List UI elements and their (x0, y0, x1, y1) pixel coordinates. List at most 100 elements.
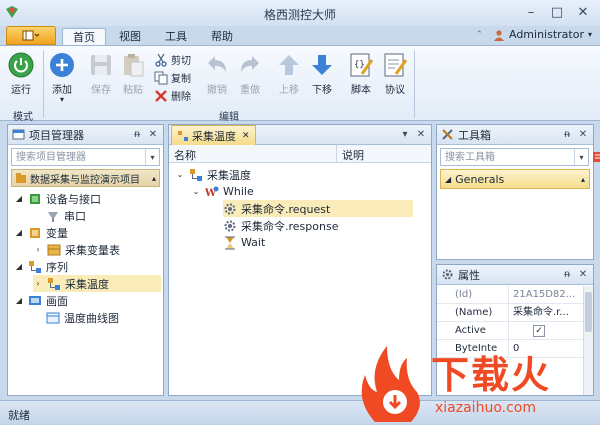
tab-home[interactable]: 首页 (62, 28, 106, 46)
expand-icon[interactable]: ◢ (14, 194, 24, 203)
expand-icon[interactable]: ◢ (14, 228, 24, 237)
column-name[interactable]: 名称 (169, 145, 337, 162)
tab-help[interactable]: 帮助 (204, 28, 240, 46)
expand-icon[interactable]: ⌄ (191, 187, 201, 196)
pin-icon[interactable]: ᵰ (561, 269, 573, 280)
collapse-ribbon-icon[interactable]: ⌃ (475, 30, 483, 40)
add-button[interactable]: 添加 ▾ (49, 52, 75, 104)
sequence-icon (178, 130, 188, 141)
seq-response[interactable]: 采集命令.response (223, 217, 338, 234)
protocol-button[interactable]: 协议 (382, 52, 408, 96)
property-row-active[interactable]: Active ✓ (437, 322, 593, 340)
property-row-id[interactable]: (Id) 21A15D82... (437, 286, 593, 304)
pin-icon[interactable]: ᵰ (131, 129, 143, 140)
expand-icon[interactable]: ⌄ (175, 170, 185, 179)
watermark-url: xiazaihuo.com (435, 400, 536, 416)
sequence-icon (29, 260, 41, 273)
application-menu-button[interactable] (6, 26, 56, 45)
user-menu[interactable]: ⌃ Administrator ▾ (475, 28, 592, 41)
redo-button[interactable]: 重做 (237, 52, 263, 96)
document-tab[interactable]: 采集温度 ✕ (171, 125, 256, 145)
script-button[interactable]: {} 脚本 (348, 52, 374, 96)
save-button[interactable]: 保存 (88, 52, 114, 96)
chevron-down-icon[interactable]: ▾ (399, 129, 411, 140)
tree-item-devices[interactable]: ◢ 设备与接口 (14, 190, 101, 207)
collapsed-icon[interactable]: › (33, 245, 43, 254)
collapsed-icon[interactable]: › (33, 279, 43, 288)
arrow-up-icon (279, 55, 299, 75)
move-down-button[interactable]: 下移 (309, 52, 335, 96)
toolbox-panel: 工具箱 ᵰ ✕ ▾ ▾ ◢ Generals ▴ (436, 124, 600, 260)
tree-item-collect-temp[interactable]: › 采集温度 (33, 275, 161, 292)
cut-button[interactable]: 剪切 (154, 52, 191, 67)
toolbox-search-input[interactable] (441, 149, 574, 165)
save-icon (91, 55, 111, 75)
tree-item-variables[interactable]: ◢ 变量 (14, 224, 68, 241)
tree-item-screens[interactable]: ◢ 画面 (14, 292, 68, 309)
seq-while[interactable]: ⌄ W While (191, 183, 254, 200)
chevron-down-icon[interactable]: ▾ (574, 149, 588, 165)
watermark: 下载火 xiazaihuo.com (355, 340, 600, 425)
user-name: Administrator (508, 28, 584, 41)
app-menu-icon (22, 30, 40, 41)
column-description[interactable]: 说明 (337, 145, 369, 162)
close-window-button[interactable]: ✕ (570, 3, 596, 21)
close-tab-icon[interactable]: ✕ (242, 131, 250, 141)
project-search-input[interactable] (12, 149, 145, 165)
user-icon (493, 29, 504, 41)
chevron-down-icon[interactable]: ▾ (145, 149, 159, 165)
add-icon (50, 53, 74, 77)
svg-text:{}: {} (354, 60, 365, 70)
close-icon[interactable]: ✕ (577, 129, 589, 140)
close-icon[interactable]: ✕ (577, 269, 589, 280)
close-icon[interactable]: ✕ (147, 129, 159, 140)
project-icon (16, 173, 26, 183)
tree-item-temp-chart[interactable]: 温度曲线图 (46, 309, 119, 326)
toolbox-icon (442, 129, 453, 140)
close-icon[interactable]: ✕ (415, 129, 427, 140)
tab-view[interactable]: 视图 (112, 28, 148, 46)
list-view-icon (593, 152, 600, 162)
toolbox-search-box[interactable]: ▾ (440, 148, 589, 166)
property-row-name[interactable]: (Name) 采集命令.r... (437, 304, 593, 322)
chevron-up-icon: ▴ (151, 173, 156, 183)
loop-icon: W (205, 186, 219, 199)
minimize-button[interactable]: – (518, 3, 544, 21)
document-tab-strip: 采集温度 ✕ ▾ ✕ (169, 125, 431, 145)
group-label-mode: 模式 (13, 112, 33, 123)
sequence-icon (48, 277, 60, 290)
copy-button[interactable]: 复制 (154, 70, 191, 85)
toolbox-view-button[interactable]: ▾ (592, 148, 600, 166)
maximize-button[interactable]: □ (544, 3, 570, 21)
paste-icon (124, 54, 144, 77)
move-up-button[interactable]: 上移 (276, 52, 302, 96)
expand-icon[interactable]: ◢ (14, 262, 24, 271)
seq-wait[interactable]: Wait (223, 234, 265, 251)
tree-item-var-table[interactable]: › 采集变量表 (33, 241, 120, 258)
scrollbar-thumb[interactable] (585, 292, 592, 332)
tab-tools[interactable]: 工具 (158, 28, 194, 46)
seq-request[interactable]: 采集命令.request (223, 200, 413, 217)
project-root[interactable]: 数据采集与监控演示项目 ▴ (11, 169, 160, 187)
tree-item-serial[interactable]: 串口 (46, 207, 86, 224)
undo-button[interactable]: 撤销 (204, 52, 230, 96)
group-divider (414, 50, 415, 118)
active-checkbox[interactable]: ✓ (533, 325, 545, 337)
seq-root[interactable]: ⌄ 采集温度 (175, 166, 251, 183)
protocol-icon (384, 53, 408, 77)
run-button[interactable]: 运行 (8, 52, 34, 96)
project-search-box[interactable]: ▾ (11, 148, 160, 166)
undo-icon (208, 56, 226, 72)
delete-icon (155, 89, 167, 102)
toolbox-group-generals[interactable]: ◢ Generals ▴ (440, 169, 590, 189)
group-label-edit: 编辑 (219, 112, 239, 123)
status-text: 就绪 (8, 409, 30, 422)
column-header: 名称 说明 (169, 145, 431, 163)
delete-button[interactable]: 删除 (154, 88, 191, 103)
tree-item-sequences[interactable]: ◢ 序列 (14, 258, 68, 275)
watermark-brand: 下载火 (431, 353, 552, 397)
pin-icon[interactable]: ᵰ (561, 129, 573, 140)
expand-icon[interactable]: ◢ (14, 296, 24, 305)
paste-button[interactable]: 粘贴 (120, 52, 146, 96)
ribbon-tab-bar: 首页 视图 工具 帮助 ⌃ Administrator ▾ (0, 26, 600, 46)
